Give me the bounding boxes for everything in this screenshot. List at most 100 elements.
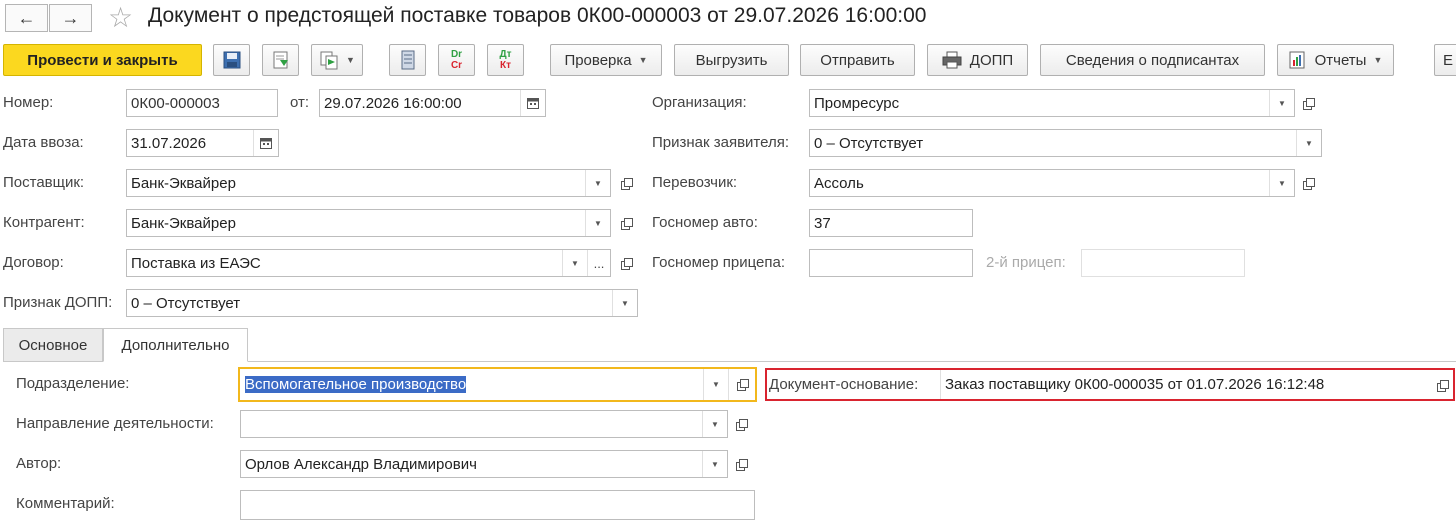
open-icon[interactable] <box>730 413 752 435</box>
dt-label: Дт <box>499 49 512 60</box>
date-from-field[interactable]: 29.07.2026 16:00:00 <box>319 89 546 117</box>
base-document-label: Документ-основание: <box>769 376 919 393</box>
chevron-down-icon[interactable]: ▼ <box>1269 170 1294 196</box>
number-field[interactable]: 0К00-000003 <box>126 89 278 117</box>
dopp-sign-label: Признак ДОПП: <box>3 294 113 311</box>
import-date-value: 31.07.2026 <box>131 134 207 152</box>
import-date-field[interactable]: 31.07.2026 <box>126 129 279 157</box>
post-button[interactable] <box>262 44 299 76</box>
open-icon[interactable] <box>615 172 637 194</box>
trailer-plate-field[interactable] <box>809 249 973 277</box>
open-icon[interactable] <box>615 212 637 234</box>
author-value: Орлов Александр Владимирович <box>245 455 477 473</box>
check-label: Проверка <box>564 51 632 69</box>
chevron-down-icon[interactable]: ▼ <box>585 170 610 196</box>
create-based-on-button[interactable]: ▼ <box>311 44 363 76</box>
signers-label: Сведения о подписантах <box>1065 51 1240 69</box>
author-field[interactable]: Орлов Александр Владимирович ▼ <box>240 450 728 478</box>
dr-cr-button[interactable]: Dr Cr <box>438 44 475 76</box>
department-field[interactable]: Вспомогательное производство ▼ <box>238 367 757 402</box>
chevron-down-icon: ▼ <box>346 55 355 65</box>
base-document-link[interactable]: Заказ поставщику 0К00-000035 от 01.07.20… <box>945 376 1324 393</box>
carrier-value: Ассоль <box>814 174 864 192</box>
save-icon <box>223 51 240 69</box>
dopp-label: ДОПП <box>969 51 1014 69</box>
arrow-left-icon: ← <box>17 7 36 28</box>
tab-main[interactable]: Основное <box>3 328 103 361</box>
chevron-down-icon[interactable]: ▼ <box>703 369 728 400</box>
chevron-down-icon[interactable]: ▼ <box>585 210 610 236</box>
post-and-close-label: Провести и закрыть <box>27 51 178 69</box>
contract-field[interactable]: Поставка из ЕАЭС ▼ ... <box>126 249 611 277</box>
dopp-sign-value: 0 – Отсутствует <box>131 294 241 312</box>
post-and-close-button[interactable]: Провести и закрыть <box>3 44 202 76</box>
number-label: Номер: <box>3 94 54 111</box>
department-value: Вспомогательное производство <box>245 376 467 393</box>
comment-label: Комментарий: <box>16 495 115 512</box>
open-icon[interactable] <box>1297 172 1319 194</box>
dopp-sign-field[interactable]: 0 – Отсутствует ▼ <box>126 289 638 317</box>
select-ellipsis-button[interactable]: ... <box>587 250 610 276</box>
comment-field[interactable] <box>240 490 755 520</box>
base-document-divider <box>940 370 941 399</box>
chevron-down-icon[interactable]: ▼ <box>702 411 727 437</box>
chevron-down-icon[interactable]: ▼ <box>612 290 637 316</box>
post-document-icon <box>273 51 288 69</box>
chevron-down-icon[interactable]: ▼ <box>562 250 587 276</box>
send-button[interactable]: Отправить <box>800 44 915 76</box>
open-icon[interactable] <box>728 369 755 400</box>
chevron-down-icon[interactable]: ▼ <box>1269 90 1294 116</box>
save-button[interactable] <box>213 44 250 76</box>
department-value-wrap: Вспомогательное производство <box>240 376 703 393</box>
open-icon[interactable] <box>615 252 637 274</box>
back-button[interactable]: ← <box>5 4 48 32</box>
car-plate-label: Госномер авто: <box>652 214 758 231</box>
applicant-sign-field[interactable]: 0 – Отсутствует ▼ <box>809 129 1322 157</box>
calendar-icon[interactable] <box>253 130 278 156</box>
supplier-label: Поставщик: <box>3 174 85 191</box>
second-trailer-field[interactable] <box>1081 249 1245 277</box>
import-date-label: Дата ввоза: <box>3 134 84 151</box>
organization-label: Организация: <box>652 94 747 111</box>
organization-field[interactable]: Промресурс ▼ <box>809 89 1295 117</box>
applicant-sign-value: 0 – Отсутствует <box>814 134 924 152</box>
chevron-down-icon: ▼ <box>638 55 648 65</box>
trailer-plate-label: Госномер прицепа: <box>652 254 785 271</box>
dt-kt-button[interactable]: Дт Кт <box>487 44 524 76</box>
open-icon[interactable] <box>1431 374 1453 396</box>
car-plate-field[interactable]: 37 <box>809 209 973 237</box>
chevron-down-icon[interactable]: ▼ <box>1296 130 1321 156</box>
tab-main-label: Основное <box>18 336 88 354</box>
chevron-down-icon[interactable]: ▼ <box>702 451 727 477</box>
export-button[interactable]: Выгрузить <box>674 44 789 76</box>
more-label: Е <box>1443 51 1454 69</box>
structure-button[interactable] <box>389 44 426 76</box>
open-icon[interactable] <box>730 453 752 475</box>
second-trailer-label: 2-й прицеп: <box>986 254 1066 271</box>
star-icon[interactable]: ☆ <box>108 1 133 35</box>
check-button[interactable]: Проверка ▼ <box>550 44 662 76</box>
calendar-icon[interactable] <box>520 90 545 116</box>
more-button[interactable]: Е <box>1434 44 1456 76</box>
arrow-right-icon: → <box>61 7 80 28</box>
supplier-field[interactable]: Банк-Эквайрер ▼ <box>126 169 611 197</box>
send-label: Отправить <box>820 51 895 69</box>
supplier-value: Банк-Эквайрер <box>131 174 236 192</box>
printer-icon <box>942 51 962 69</box>
dr-label: Dr <box>450 49 463 60</box>
forward-button[interactable]: → <box>49 4 92 32</box>
open-icon[interactable] <box>1297 92 1319 114</box>
number-value: 0К00-000003 <box>131 94 220 112</box>
reports-button[interactable]: Отчеты ▼ <box>1277 44 1394 76</box>
tab-additional[interactable]: Дополнительно <box>103 328 248 362</box>
export-label: Выгрузить <box>695 51 768 69</box>
reports-label: Отчеты <box>1314 51 1367 69</box>
carrier-field[interactable]: Ассоль ▼ <box>809 169 1295 197</box>
activity-field[interactable]: ▼ <box>240 410 728 438</box>
reports-icon <box>1289 51 1305 69</box>
signers-info-button[interactable]: Сведения о подписантах <box>1040 44 1265 76</box>
create-based-on-icon <box>320 51 338 70</box>
author-label: Автор: <box>16 455 62 472</box>
counterparty-field[interactable]: Банк-Эквайрер ▼ <box>126 209 611 237</box>
dopp-print-button[interactable]: ДОПП <box>927 44 1028 76</box>
